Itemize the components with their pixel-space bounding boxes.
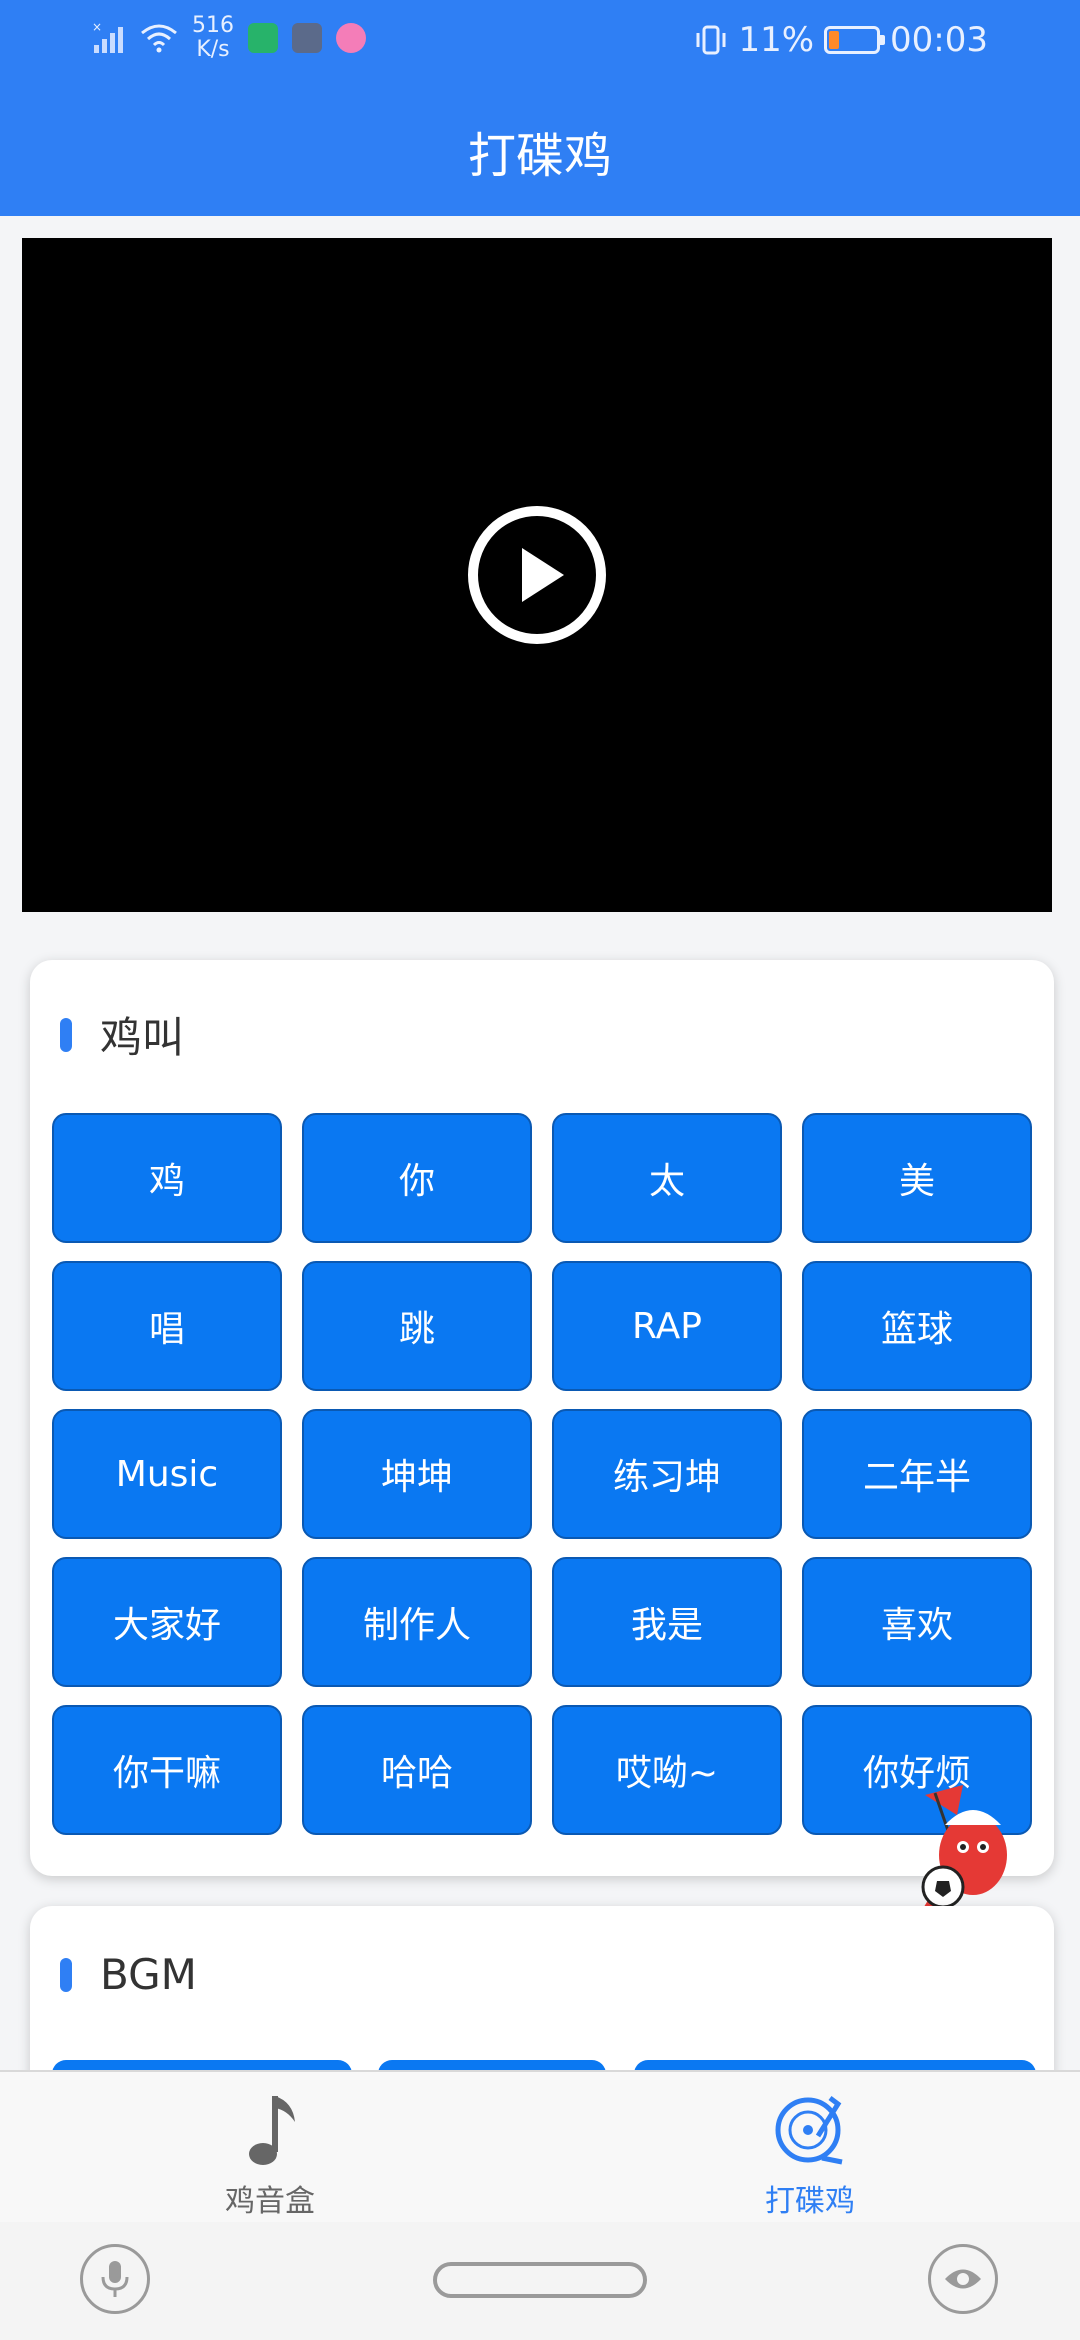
net-speed-value: 516 xyxy=(192,13,234,38)
sound-button[interactable]: 哈哈 xyxy=(302,1705,532,1835)
battery-icon xyxy=(824,26,886,54)
sound-button[interactable]: 你干嘛 xyxy=(52,1705,282,1835)
svg-text:×: × xyxy=(92,21,102,34)
sound-button[interactable]: 练习坤 xyxy=(552,1409,782,1539)
app-notification-icon xyxy=(336,23,366,53)
microphone-icon xyxy=(101,2261,129,2297)
turntable-icon xyxy=(775,2096,843,2165)
sound-button[interactable]: 二年半 xyxy=(802,1409,1032,1539)
sound-button[interactable]: 美 xyxy=(802,1113,1032,1243)
wifi-icon xyxy=(141,24,177,53)
sound-button[interactable]: 跳 xyxy=(302,1261,532,1391)
signal-icon: × xyxy=(92,21,123,53)
sound-button[interactable]: 太 xyxy=(552,1113,782,1243)
page-title: 打碟鸡 xyxy=(467,128,612,184)
sound-button[interactable]: 鸡 xyxy=(52,1113,282,1243)
clock: 00:03 xyxy=(890,20,988,60)
title-marker xyxy=(60,1017,72,1052)
voice-assistant-button[interactable] xyxy=(80,2244,150,2314)
battery-percent: 11% xyxy=(738,20,815,60)
app-header: × 516 K/s 11% 00:03 打碟鸡 xyxy=(0,0,1080,216)
sound-button-grid: 鸡 你 太 美 唱 跳 RAP 篮球 Music 坤坤 练习坤 二年半 大家好 … xyxy=(52,1113,1036,1835)
mascot-soccer-icon[interactable] xyxy=(905,1775,1050,1925)
music-note-icon xyxy=(249,2096,295,2165)
sound-button[interactable]: 喜欢 xyxy=(802,1557,1032,1687)
title-marker xyxy=(60,1957,72,1992)
sound-card: 鸡叫 鸡 你 太 美 唱 跳 RAP 篮球 Music 坤坤 练习坤 二年半 大… xyxy=(30,960,1054,1876)
eye-comfort-button[interactable] xyxy=(928,2244,998,2314)
app-notification-icon xyxy=(248,23,278,53)
sound-button[interactable]: RAP xyxy=(552,1261,782,1391)
video-player[interactable] xyxy=(22,238,1052,912)
bgm-card-header: BGM xyxy=(60,1950,197,1999)
play-circle-icon[interactable] xyxy=(466,504,608,646)
bgm-card-title: BGM xyxy=(100,1950,197,1999)
sound-button[interactable]: 坤坤 xyxy=(302,1409,532,1539)
sound-button[interactable]: 唱 xyxy=(52,1261,282,1391)
sound-button[interactable]: Music xyxy=(52,1409,282,1539)
sound-button[interactable]: 哎呦~ xyxy=(552,1705,782,1835)
sound-button[interactable]: 我是 xyxy=(552,1557,782,1687)
sound-button[interactable]: 大家好 xyxy=(52,1557,282,1687)
bottom-navigation: 鸡音盒 打碟鸡 xyxy=(0,2070,1080,2224)
nav-item-label: 打碟鸡 xyxy=(765,2184,855,2219)
sound-card-title: 鸡叫 xyxy=(100,1013,185,1062)
status-bar: × 516 K/s 11% 00:03 xyxy=(0,0,1080,84)
vibrate-icon xyxy=(696,25,726,55)
nav-item-chicken-soundbox[interactable]: 鸡音盒 xyxy=(120,2090,420,2220)
app-notification-icon xyxy=(292,23,322,53)
net-speed: 516 K/s xyxy=(192,14,234,62)
sound-button[interactable]: 你 xyxy=(302,1113,532,1243)
sound-button[interactable]: 制作人 xyxy=(302,1557,532,1687)
nav-item-label: 鸡音盒 xyxy=(225,2184,315,2219)
sound-card-header: 鸡叫 xyxy=(60,1004,184,1065)
net-speed-unit: K/s xyxy=(196,37,230,62)
nav-item-dj-chicken[interactable]: 打碟鸡 xyxy=(660,2090,960,2220)
home-gesture-bar[interactable] xyxy=(433,2262,647,2298)
sound-button[interactable]: 篮球 xyxy=(802,1261,1032,1391)
system-navigation-bar xyxy=(0,2222,1080,2340)
eye-icon xyxy=(945,2269,981,2289)
